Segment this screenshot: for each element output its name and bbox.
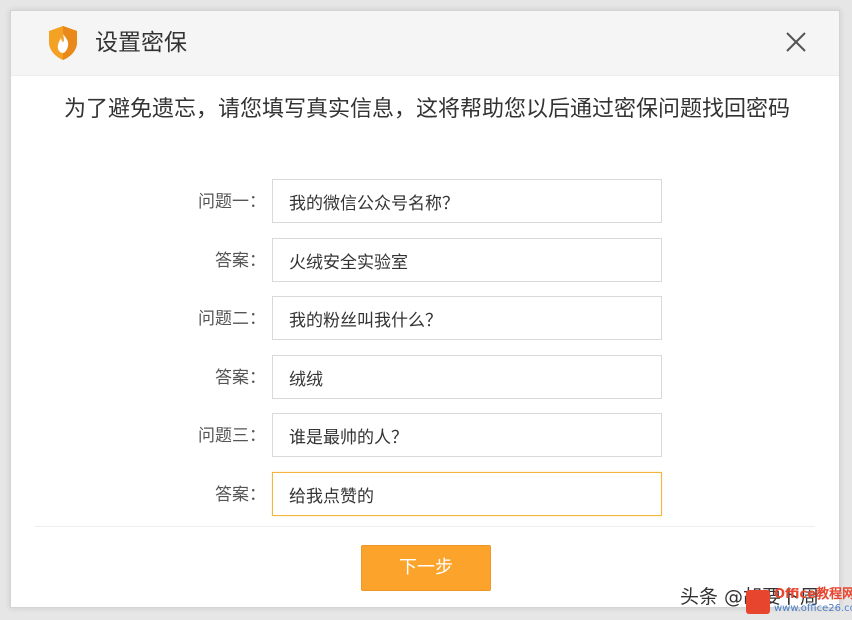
watermark-site-badge: Office教程网 www.office26.com: [746, 588, 852, 618]
answer-3-input[interactable]: [272, 472, 662, 516]
answer-1-row: 答案：: [11, 238, 839, 284]
question-3-label: 问题三：: [198, 426, 266, 446]
set-security-dialog: 设置密保 为了避免遗忘，请您填写真实信息，这将帮助您以后通过密保问题找回密码 问…: [10, 10, 840, 608]
answer-3-row: 答案：: [11, 472, 839, 518]
question-1-input[interactable]: [272, 179, 662, 223]
next-step-button[interactable]: 下一步: [361, 545, 491, 591]
question-3-row: 问题三：: [11, 413, 839, 459]
answer-2-label: 答案：: [215, 368, 266, 388]
answer-2-row: 答案：: [11, 355, 839, 401]
dialog-instructions: 为了避免遗忘，请您填写真实信息，这将帮助您以后通过密保问题找回密码: [63, 97, 790, 122]
footer-divider: [35, 526, 815, 527]
shield-flame-icon: [49, 26, 77, 60]
answer-3-label: 答案：: [215, 485, 266, 505]
question-1-row: 问题一：: [11, 179, 839, 225]
question-2-row: 问题二：: [11, 296, 839, 342]
answer-1-label: 答案：: [215, 251, 266, 271]
answer-1-input[interactable]: [272, 238, 662, 282]
answer-2-input[interactable]: [272, 355, 662, 399]
dialog-titlebar: 设置密保: [11, 11, 839, 76]
question-3-input[interactable]: [272, 413, 662, 457]
question-2-label: 问题二：: [198, 309, 266, 329]
watermark-site-name: Office教程网: [774, 587, 852, 602]
office-logo-icon: [746, 590, 770, 614]
question-2-input[interactable]: [272, 296, 662, 340]
watermark-site-url: www.office26.com: [774, 603, 852, 614]
question-1-label: 问题一：: [198, 192, 266, 212]
close-icon[interactable]: [783, 29, 809, 55]
dialog-title: 设置密保: [95, 30, 187, 56]
